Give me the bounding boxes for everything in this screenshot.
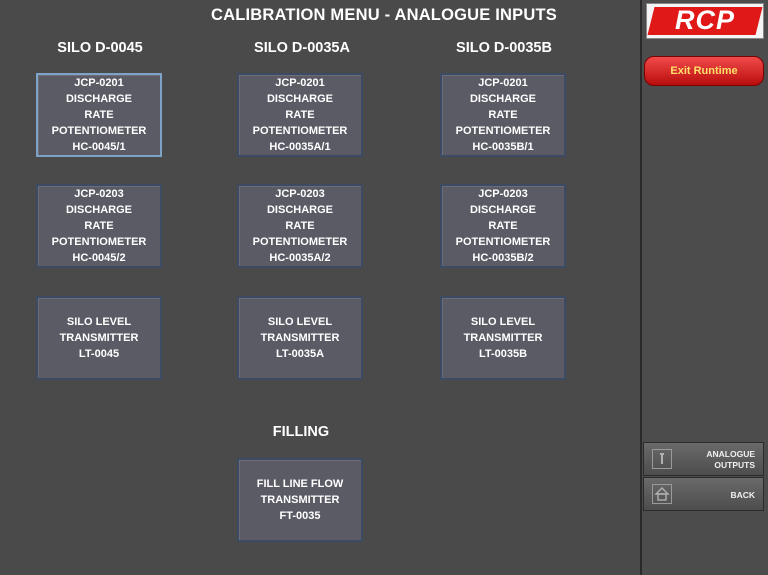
home-icon <box>652 484 672 504</box>
info-icon <box>652 449 672 469</box>
tile-line: LT-0035B <box>478 348 528 361</box>
tile-line: RATE <box>84 108 114 121</box>
tile-line: HC-0035B/1 <box>472 141 534 154</box>
tile-line: POTENTIOMETER <box>455 236 551 249</box>
tile-line: RATE <box>285 108 315 121</box>
analogue-outputs-line: OUTPUTS <box>714 460 755 470</box>
tile-line: DISCHARGE <box>266 203 333 216</box>
tile-line: JCP-0203 <box>74 187 124 200</box>
tile-lt-0035a[interactable]: SILO LEVEL TRANSMITTER LT-0035A <box>237 296 363 380</box>
tile-line: RATE <box>84 219 114 232</box>
column-header-silo-d0045: SILO D-0045 <box>57 40 143 56</box>
analogue-outputs-button[interactable]: ANALOGUE OUTPUTS <box>643 442 764 476</box>
tile-line: POTENTIOMETER <box>252 236 348 249</box>
tile-line: JCP-0201 <box>478 76 528 89</box>
tile-line: SILO LEVEL <box>66 315 132 328</box>
tile-line: JCP-0203 <box>478 187 528 200</box>
tile-line: JCP-0201 <box>74 76 124 89</box>
column-header-silo-d0035a: SILO D-0035A <box>254 40 350 56</box>
tile-hc-0045-1[interactable]: JCP-0201 DISCHARGE RATE POTENTIOMETER HC… <box>36 73 162 157</box>
tile-line: RATE <box>488 108 518 121</box>
tile-line: FT-0035 <box>279 510 321 523</box>
tile-line: TRANSMITTER <box>260 493 340 506</box>
back-text: BACK <box>730 489 755 500</box>
back-button[interactable]: BACK <box>643 477 764 511</box>
tile-hc-0035a-2[interactable]: JCP-0203 DISCHARGE RATE POTENTIOMETER HC… <box>237 184 363 268</box>
tile-line: FILL LINE FLOW <box>256 477 344 490</box>
back-label: BACK <box>730 478 755 512</box>
tile-lt-0045[interactable]: SILO LEVEL TRANSMITTER LT-0045 <box>36 296 162 380</box>
tile-hc-0045-2[interactable]: JCP-0203 DISCHARGE RATE POTENTIOMETER HC… <box>36 184 162 268</box>
tile-hc-0035b-2[interactable]: JCP-0203 DISCHARGE RATE POTENTIOMETER HC… <box>440 184 566 268</box>
tile-lt-0035b[interactable]: SILO LEVEL TRANSMITTER LT-0035B <box>440 296 566 380</box>
analogue-outputs-label: ANALOGUE OUTPUTS <box>706 443 755 477</box>
tile-line: RATE <box>285 219 315 232</box>
tile-line: HC-0035A/1 <box>269 141 331 154</box>
tile-hc-0035a-1[interactable]: JCP-0201 DISCHARGE RATE POTENTIOMETER HC… <box>237 73 363 157</box>
tile-hc-0035b-1[interactable]: JCP-0201 DISCHARGE RATE POTENTIOMETER HC… <box>440 73 566 157</box>
tile-line: TRANSMITTER <box>260 331 340 344</box>
tile-line: TRANSMITTER <box>59 331 139 344</box>
tile-ft-0035[interactable]: FILL LINE FLOW TRANSMITTER FT-0035 <box>237 458 363 542</box>
tile-line: SILO LEVEL <box>267 315 333 328</box>
tile-line: DISCHARGE <box>65 203 132 216</box>
tile-line: POTENTIOMETER <box>252 125 348 138</box>
tile-line: POTENTIOMETER <box>51 125 147 138</box>
analogue-outputs-line: ANALOGUE <box>706 449 755 459</box>
tile-line: LT-0045 <box>78 348 120 361</box>
tile-line: HC-0045/1 <box>72 141 126 154</box>
rcp-logo: RCP <box>646 3 764 39</box>
tile-line: JCP-0203 <box>275 187 325 200</box>
tile-line: POTENTIOMETER <box>51 236 147 249</box>
tile-line: HC-0035B/2 <box>472 252 534 265</box>
tile-line: SILO LEVEL <box>470 315 536 328</box>
logo-text: RCP <box>674 5 735 35</box>
tile-line: DISCHARGE <box>469 92 536 105</box>
column-header-silo-d0035b: SILO D-0035B <box>456 40 552 56</box>
exit-runtime-button[interactable]: Exit Runtime <box>644 56 764 86</box>
tile-line: LT-0035A <box>275 348 325 361</box>
tile-line: HC-0035A/2 <box>269 252 331 265</box>
tile-line: HC-0045/2 <box>72 252 126 265</box>
tile-line: DISCHARGE <box>469 203 536 216</box>
tile-line: RATE <box>488 219 518 232</box>
tile-line: DISCHARGE <box>65 92 132 105</box>
tile-line: TRANSMITTER <box>463 331 543 344</box>
section-header-filling: FILLING <box>272 424 330 440</box>
tile-line: POTENTIOMETER <box>455 125 551 138</box>
tile-line: JCP-0201 <box>275 76 325 89</box>
tile-line: DISCHARGE <box>266 92 333 105</box>
